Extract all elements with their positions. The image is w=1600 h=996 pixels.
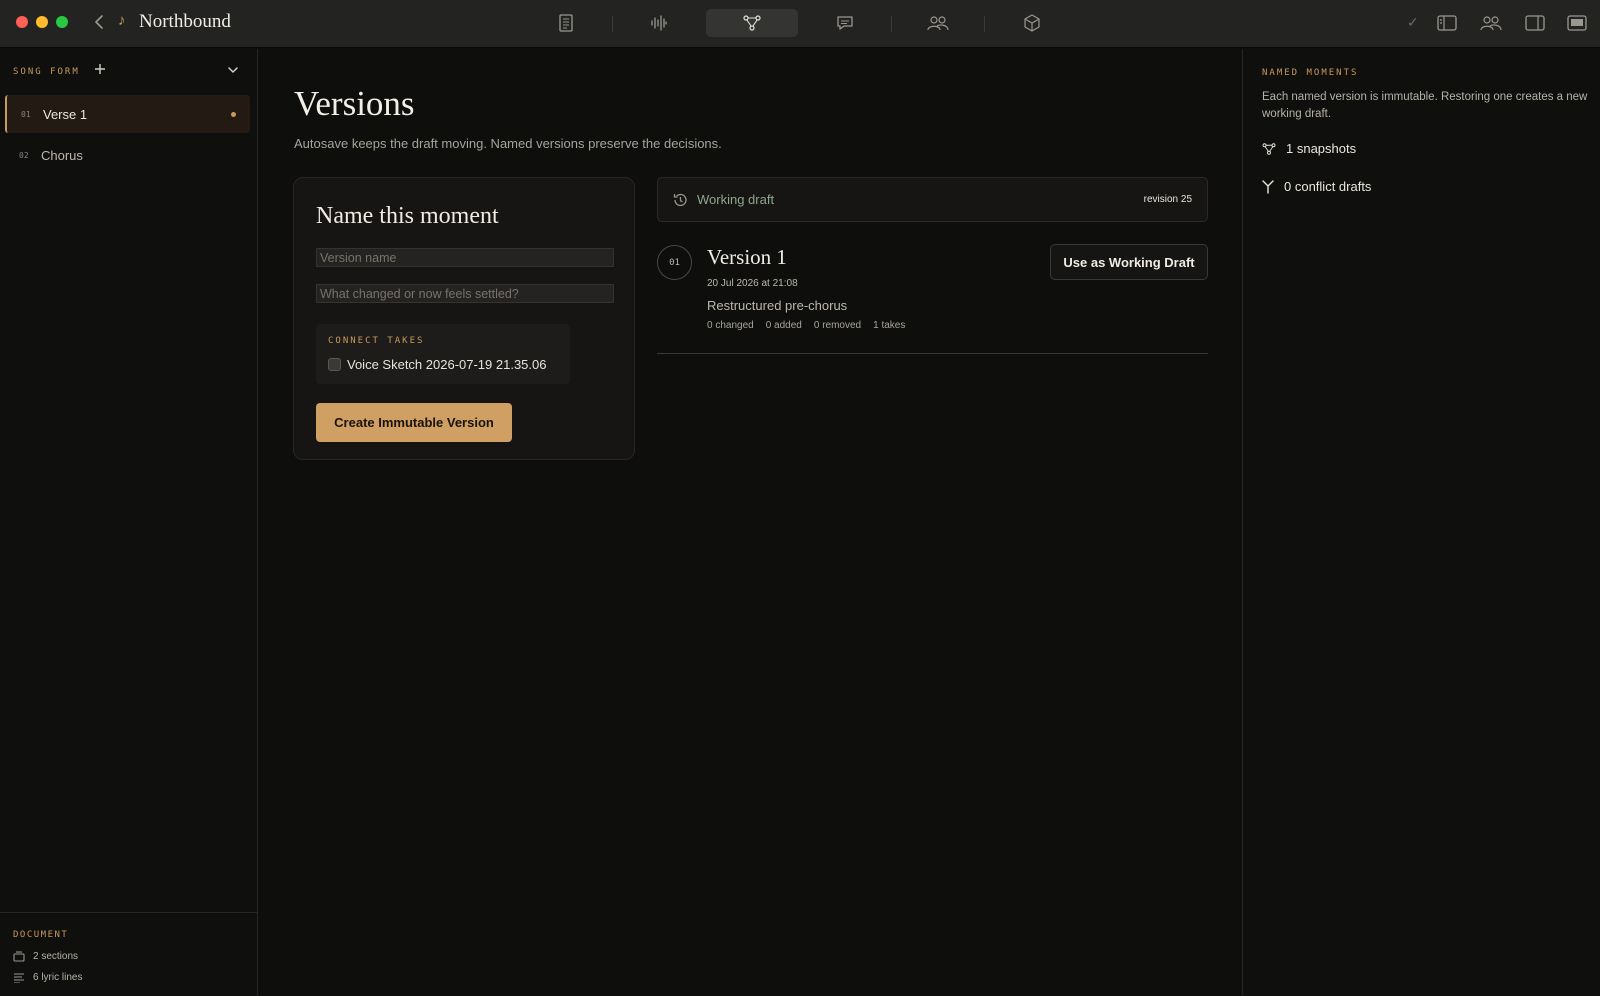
page-subtitle: Autosave keeps the draft moving. Named v… [294, 136, 722, 151]
document-summary: DOCUMENT 2 sections 6 lyric lines [0, 912, 258, 996]
chevron-left-icon [95, 15, 103, 29]
toggle-sidebar-button[interactable] [1435, 11, 1459, 35]
version-stats: 0 changed 0 added 0 removed 1 takes [707, 320, 905, 331]
use-as-working-draft-button[interactable]: Use as Working Draft [1050, 244, 1208, 280]
revision-number: revision 25 [1143, 194, 1192, 205]
sections-count: 2 sections [13, 951, 78, 962]
document-heading: DOCUMENT [13, 930, 69, 940]
version-description: Restructured pre-chorus [707, 298, 848, 313]
waveform-icon [651, 15, 667, 31]
section-label: Verse 1 [43, 106, 88, 122]
named-moments-panel: NAMED MOMENTS Each named version is immu… [1242, 49, 1600, 996]
tab-collaborators[interactable] [892, 9, 984, 37]
stack-icon [13, 951, 25, 962]
take-option[interactable]: Voice Sketch 2026-07-19 21.35.06 [328, 357, 546, 372]
takes-count: 1 takes [873, 320, 906, 331]
comment-icon [837, 16, 853, 30]
panel-heading: NAMED MOMENTS [1262, 68, 1359, 78]
section-number: 01 [21, 109, 31, 119]
title-bar: ♪ Northbound ✓ [0, 0, 1600, 48]
create-version-button[interactable]: Create Immutable Version [316, 403, 512, 442]
add-section-button[interactable] [92, 61, 108, 77]
section-number: 02 [19, 150, 29, 160]
added-count: 0 added [765, 320, 802, 331]
toggle-inspector-button[interactable] [1523, 11, 1547, 35]
version-title: Version 1 [707, 245, 787, 269]
sidebar-heading: SONG FORM [13, 67, 80, 77]
name-version-card: Name this moment CONNECT TAKES Voice Ske… [293, 177, 635, 460]
saved-check-icon: ✓ [1407, 14, 1419, 30]
package-icon [1024, 14, 1040, 32]
conflict-drafts-stat: 0 conflict drafts [1262, 179, 1371, 194]
music-note-icon: ♪ [118, 12, 126, 29]
history-icon [673, 193, 687, 207]
sidebar-left-icon [1437, 15, 1457, 31]
lyric-lines-text: 6 lyric lines [33, 972, 83, 983]
page-title: Versions [294, 84, 415, 123]
people-icon [1480, 16, 1502, 31]
sidebar-item-chorus[interactable]: 02 Chorus [5, 136, 250, 174]
zoom-window-button[interactable] [56, 16, 68, 28]
take-label: Voice Sketch 2026-07-19 21.35.06 [347, 357, 547, 372]
collaborators-button[interactable] [1477, 11, 1505, 35]
versions-view: Versions Autosave keeps the draft moving… [259, 49, 1242, 996]
card-title: Name this moment [316, 203, 499, 229]
removed-count: 0 removed [813, 320, 862, 331]
branch-merge-icon [1262, 179, 1274, 194]
unsaved-indicator [231, 111, 236, 117]
panel-description: Each named version is immutable. Restori… [1262, 91, 1588, 120]
tab-versions[interactable] [706, 9, 798, 37]
version-graph-icon [1262, 142, 1276, 155]
snapshots-count: 1 snapshots [1286, 141, 1357, 156]
version-note-input[interactable] [316, 284, 614, 303]
lyric-lines-count: 6 lyric lines [13, 972, 82, 983]
snapshots-stat: 1 snapshots [1262, 141, 1356, 156]
connect-takes-heading: CONNECT TAKES [328, 336, 425, 346]
sidebar-item-verse-1[interactable]: 01 Verse 1 [5, 95, 250, 133]
back-button[interactable] [88, 10, 110, 34]
version-number-badge: 01 [657, 245, 692, 280]
song-form-sidebar: SONG FORM 01 Verse 1 02 Chorus DOCUMENT … [0, 49, 258, 996]
tab-comments[interactable] [799, 9, 891, 37]
divider [657, 353, 1208, 354]
changed-count: 0 changed [707, 320, 754, 331]
version-date: 20 Jul 2026 at 21:08 [707, 278, 798, 289]
take-checkbox[interactable] [328, 358, 341, 371]
collapse-sidebar-button[interactable] [226, 64, 240, 76]
tab-lyrics[interactable] [520, 9, 612, 37]
conflict-drafts-count: 0 conflict drafts [1284, 179, 1372, 194]
document-icon [559, 14, 573, 32]
minimize-window-button[interactable] [36, 16, 48, 28]
connect-takes-box: CONNECT TAKES Voice Sketch 2026-07-19 21… [316, 324, 570, 384]
people-icon [927, 16, 949, 31]
focus-mode-button[interactable] [1565, 11, 1589, 35]
working-draft-bar: Working draft revision 25 [657, 177, 1208, 222]
tab-separator [984, 16, 985, 32]
chevron-down-icon [228, 66, 238, 73]
sections-count-text: 2 sections [33, 951, 79, 962]
lines-icon [14, 972, 24, 983]
close-window-button[interactable] [16, 16, 28, 28]
window-title: Northbound [139, 11, 231, 32]
working-draft-label: Working draft [697, 192, 775, 207]
version-name-input[interactable] [316, 248, 614, 267]
tab-export[interactable] [986, 9, 1078, 37]
tab-audio[interactable] [613, 9, 705, 37]
version-graph-icon [743, 15, 761, 31]
sidebar-right-icon [1525, 15, 1545, 31]
panel-icon [1567, 15, 1587, 31]
plus-icon [95, 64, 105, 74]
section-label: Chorus [41, 147, 83, 163]
